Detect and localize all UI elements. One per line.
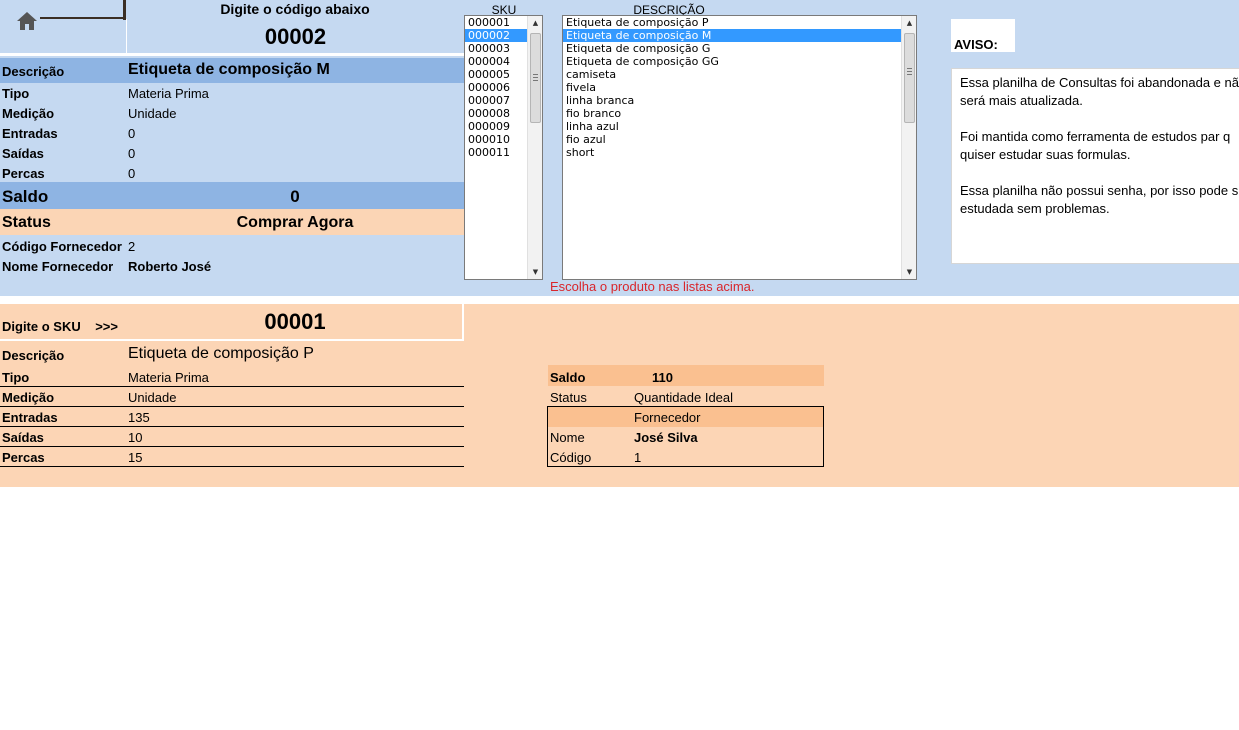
list-item[interactable]: fio azul [563,133,916,146]
aviso-paragraph: Essa planilha de Consultas foi abandonad… [960,74,1239,110]
descricao-value: Etiqueta de composição P [128,345,314,362]
saldo-value: 0 [290,187,300,206]
medicao-label: Medição [2,106,55,121]
aviso-paragraph: Foi mantida como ferramenta de estudos p… [960,128,1239,164]
status-label: Status [550,390,587,405]
status-label: Status [2,214,51,231]
list-item[interactable]: linha azul [563,120,916,133]
entradas-label: Entradas [2,410,58,425]
codigo-label: Código [550,450,592,465]
scroll-down-icon[interactable]: ▼ [902,265,917,279]
nome-value: José Silva [634,430,698,445]
percas-value: 0 [128,166,136,181]
scrollbar-thumb[interactable] [904,33,915,123]
aviso-textbox: Essa planilha de Consultas foi abandonad… [951,68,1239,264]
aviso-line: estudada sem problemas. [960,201,1110,216]
cell-border [40,17,126,19]
list-item[interactable]: fio branco [563,107,916,120]
codigo-fornecedor-value: 2 [128,239,136,254]
fornecedor-header: Fornecedor [634,410,701,425]
list-item[interactable]: Etiqueta de composição M [563,29,916,42]
descricao-label: Descrição [2,348,65,363]
aviso-title: AVISO: [951,19,1015,52]
descricao-listbox[interactable]: Etiqueta de composição P Etiqueta de comp… [562,15,917,280]
descricao-value: Etiqueta de composição M [128,61,330,78]
code-label: Digite o código abaixo [220,1,370,17]
saidas-label: Saídas [2,146,44,161]
saldo-label: Saldo [550,370,586,385]
aviso-line: Essa planilha de Consultas foi abandonad… [960,75,1239,90]
list-item[interactable]: Etiqueta de composição GG [563,55,916,68]
saldo-value: 110 [652,370,673,385]
entradas-label: Entradas [2,126,58,141]
saidas-label: Saídas [2,430,44,445]
codigo-value: 1 [634,450,642,465]
tipo-value: Materia Prima [128,86,209,101]
scrollbar-thumb[interactable] [530,33,541,123]
list-item[interactable]: Etiqueta de composição G [563,42,916,55]
nome-fornecedor-label: Nome Fornecedor [2,259,114,274]
descricao-label: Descrição [2,64,65,79]
entradas-value: 0 [128,126,136,141]
entradas-value: 135 [128,410,150,425]
code-input-cell[interactable]: 00002 [126,19,464,53]
status-value: Comprar Agora [236,214,354,231]
sku-input-cell[interactable]: 00001 [126,309,464,335]
row-divider [0,466,464,467]
list-item[interactable]: linha branca [563,94,916,107]
list-item[interactable]: Etiqueta de composição P [563,16,916,29]
saidas-value: 10 [128,430,143,445]
medicao-label: Medição [2,390,55,405]
scroll-up-icon[interactable]: ▲ [528,16,543,30]
percas-label: Percas [2,166,45,181]
nome-fornecedor-value: Roberto José [128,259,212,274]
aviso-line: será mais atualizada. [960,93,1083,108]
saldo-bar [548,365,824,386]
tipo-label: Tipo [2,370,30,385]
list-item[interactable]: fivela [563,81,916,94]
row-divider [0,406,464,407]
scroll-down-icon[interactable]: ▼ [528,265,543,279]
medicao-value: Unidade [128,390,177,405]
aviso-paragraph: Essa planilha não possui senha, por isso… [960,182,1239,218]
percas-value: 15 [128,450,143,465]
nome-label: Nome [550,430,585,445]
percas-label: Percas [2,450,45,465]
status-value: Quantidade Ideal [634,390,734,405]
row-divider [0,446,464,447]
home-button[interactable] [0,0,125,53]
list-item[interactable]: camiseta [563,68,916,81]
scroll-up-icon[interactable]: ▲ [902,16,917,30]
aviso-line: Foi mantida como ferramenta de estudos p… [960,129,1231,144]
saldo-label: Saldo [2,187,49,206]
sku-listbox[interactable]: 000001 000002 000003 000004 000005 000006 0000… [464,15,543,280]
home-icon[interactable] [16,10,38,32]
list-item[interactable]: short [563,146,916,159]
row-divider [0,386,464,387]
descricao-list-items: Etiqueta de composição P Etiqueta de comp… [563,16,916,159]
tipo-value: Materia Prima [128,370,209,385]
row-divider [0,426,464,427]
sku-arrows: >>> [95,319,118,334]
scrollbar[interactable]: ▲ ▼ [527,16,542,279]
scrollbar[interactable]: ▲ ▼ [901,16,916,279]
sku-label: Digite o SKU >>> [2,319,118,334]
hint-text: Escolha o produto nas listas acima. [550,279,755,294]
aviso-line: Essa planilha não possui senha, por isso… [960,183,1239,198]
sku-label-text: Digite o SKU [2,319,81,334]
saidas-value: 0 [128,146,136,161]
tipo-label: Tipo [2,86,30,101]
aviso-line: quiser estudar suas formulas. [960,147,1131,162]
codigo-fornecedor-label: Código Fornecedor [2,239,122,254]
medicao-value: Unidade [128,106,177,121]
divider [0,53,464,56]
